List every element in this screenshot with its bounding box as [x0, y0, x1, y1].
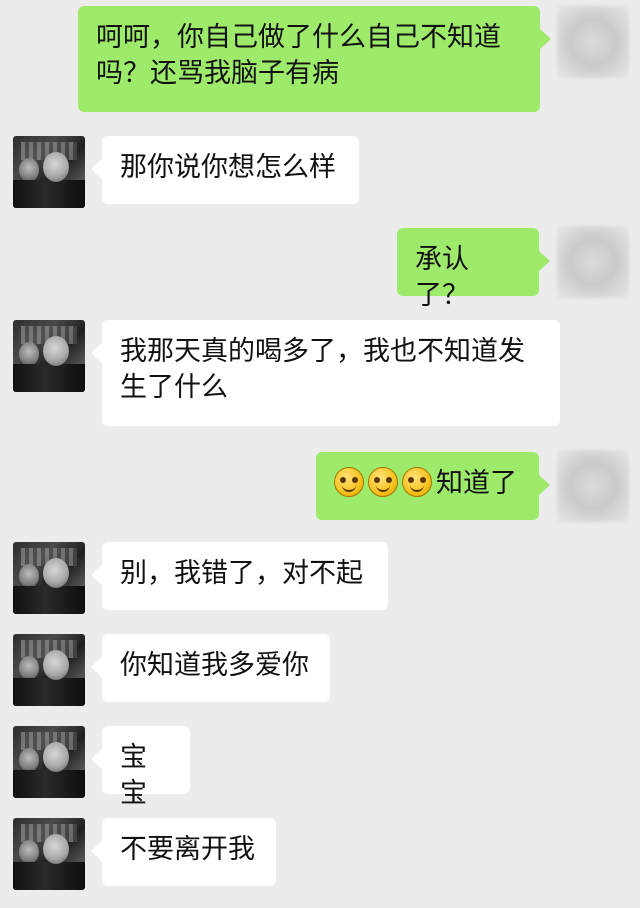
avatar-figure — [13, 180, 85, 208]
avatar-figure — [19, 656, 39, 680]
message-bubble-received[interactable]: 我那天真的喝多了，我也不知道发生了什么 — [91, 320, 560, 426]
message-bubble-received[interactable]: 你知道我多爱你 — [91, 634, 330, 702]
contact-avatar[interactable] — [13, 818, 85, 890]
avatar-figure — [19, 342, 39, 366]
message-bubble-received[interactable]: 那你说你想怎么样 — [91, 136, 359, 204]
avatar-figure — [19, 564, 39, 588]
chat-area[interactable]: 呵呵，你自己做了什么自己不知道吗？还骂我脑子有病 那你说你想怎么样 承认了？ 我… — [0, 0, 640, 908]
message-text: 我那天真的喝多了，我也不知道发生了什么 — [120, 336, 525, 403]
message-bubble-sent[interactable]: 知道了 — [316, 452, 550, 520]
self-avatar[interactable] — [557, 450, 629, 522]
message-text: 不要离开我 — [120, 834, 255, 865]
contact-avatar[interactable] — [13, 634, 85, 706]
message-bubble-received[interactable]: 不要离开我 — [91, 818, 276, 886]
message-bubble-sent[interactable]: 承认了？ — [397, 228, 550, 311]
avatar-figure — [13, 586, 85, 614]
message-text: 宝宝 — [120, 742, 147, 809]
contact-avatar[interactable] — [13, 542, 85, 614]
avatar-figure — [19, 158, 39, 182]
message-bubble-received[interactable]: 宝宝 — [91, 726, 190, 809]
self-avatar[interactable] — [557, 6, 629, 78]
message-text: 别，我错了，对不起 — [120, 558, 363, 589]
avatar-figure — [19, 840, 39, 864]
smile-emoji-icon — [368, 467, 398, 497]
smile-emoji-icon — [402, 467, 432, 497]
message-text: 承认了？ — [415, 244, 469, 311]
contact-avatar[interactable] — [13, 136, 85, 208]
self-avatar[interactable] — [557, 226, 629, 298]
smile-emoji-icon — [334, 467, 364, 497]
message-bubble-received[interactable]: 别，我错了，对不起 — [91, 542, 388, 610]
message-text: 知道了 — [436, 468, 517, 499]
message-text: 呵呵，你自己做了什么自己不知道吗？还骂我脑子有病 — [96, 22, 501, 89]
avatar-figure — [19, 748, 39, 772]
message-text: 那你说你想怎么样 — [120, 152, 336, 183]
avatar-figure — [13, 678, 85, 706]
avatar-figure — [13, 364, 85, 392]
avatar-figure — [13, 862, 85, 890]
message-text: 你知道我多爱你 — [120, 650, 309, 681]
avatar-figure — [13, 770, 85, 798]
message-bubble-sent[interactable]: 呵呵，你自己做了什么自己不知道吗？还骂我脑子有病 — [78, 6, 551, 112]
contact-avatar[interactable] — [13, 726, 85, 798]
contact-avatar[interactable] — [13, 320, 85, 392]
